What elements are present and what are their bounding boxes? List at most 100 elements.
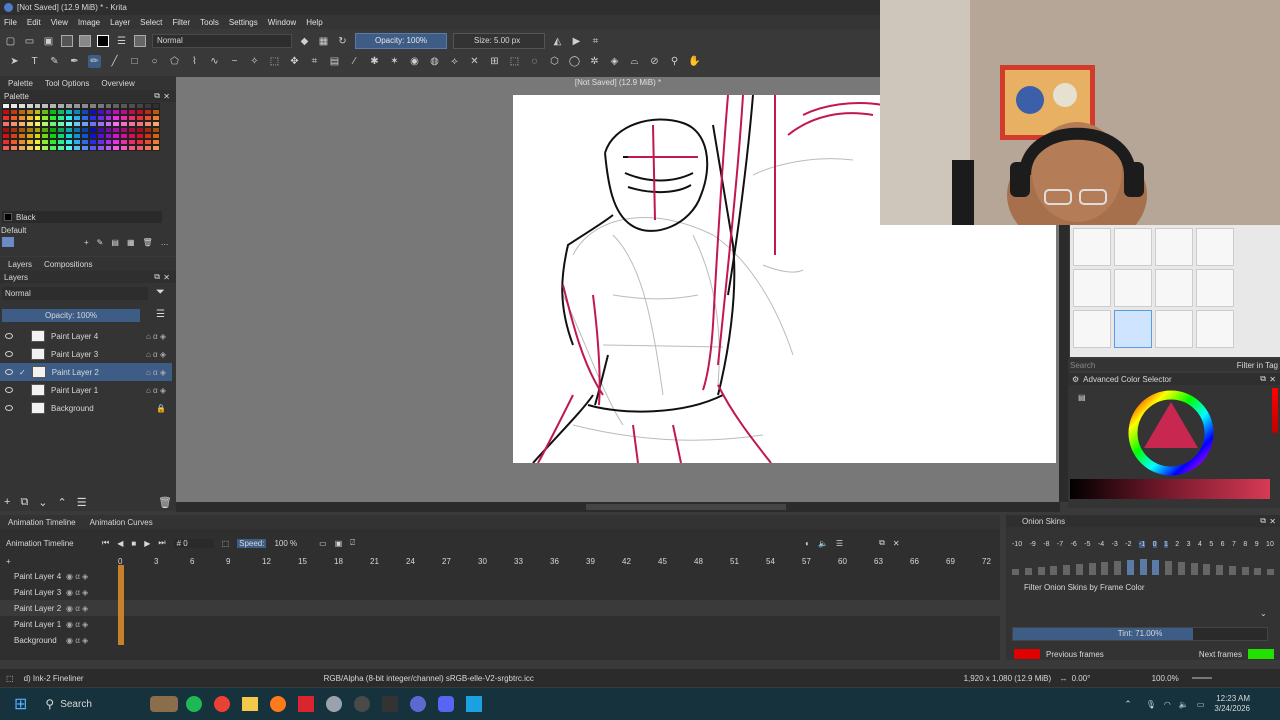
file-explorer-icon[interactable] (242, 697, 259, 711)
add-group-icon[interactable]: ▤ (111, 238, 119, 247)
filter-in-tag-checkbox[interactable]: Filter in Tag (1237, 361, 1278, 370)
keyframe-icon[interactable]: ⬚ (222, 539, 230, 548)
onion-frame-number[interactable]: 9 (1255, 541, 1259, 548)
onion-opacity-bar[interactable] (1050, 566, 1058, 575)
bezier-select-icon[interactable]: ⌓ (628, 55, 641, 68)
chrome-icon[interactable] (214, 696, 231, 712)
palette-swatch[interactable] (49, 145, 58, 151)
freehand-select-icon[interactable]: ◯ (568, 55, 581, 68)
mirror-horizontal-icon[interactable]: ◭ (551, 35, 564, 48)
onion-opacity-bar[interactable] (1228, 566, 1236, 575)
onion-frame-number[interactable]: -2 (1125, 541, 1131, 548)
play-icon[interactable]: ▶ (144, 539, 150, 548)
palette-chooser-icon[interactable] (2, 237, 14, 247)
palette-swatch[interactable] (104, 145, 113, 151)
float-icon[interactable]: ⧉ (154, 272, 160, 282)
add-swatch-icon[interactable]: + (84, 238, 89, 247)
onion-frame-number[interactable]: 4 (1198, 541, 1202, 548)
timeline-layer-row[interactable]: Background ◉ α ◈ (0, 632, 1000, 648)
menu-edit[interactable]: Edit (27, 18, 41, 27)
foreground-color-icon[interactable] (97, 35, 109, 47)
float-icon[interactable]: ⧉ (1260, 374, 1266, 384)
dynamic-brush-icon[interactable]: ✧ (248, 55, 261, 68)
color-wheel[interactable] (1126, 388, 1216, 478)
onion-opacity-bar[interactable] (1101, 562, 1109, 575)
onion-frame-number[interactable]: -3 (1112, 541, 1118, 548)
visibility-icon[interactable] (5, 369, 13, 375)
brush-preset-icon[interactable] (134, 35, 146, 47)
filter-onion-checkbox[interactable]: Filter Onion Skins by Frame Color (1024, 583, 1144, 592)
contiguous-select-icon[interactable]: ✲ (588, 55, 601, 68)
onion-frame-number[interactable]: 8 (1243, 541, 1247, 548)
wifi-icon[interactable]: ◠ (1164, 700, 1171, 709)
blend-mode-select[interactable]: Normal (152, 34, 292, 48)
audio-icon[interactable]: 🔈 (818, 539, 828, 548)
line-tool-icon[interactable]: ╱ (108, 55, 121, 68)
discord-icon[interactable] (438, 696, 455, 712)
move-tool-icon[interactable]: ✥ (288, 55, 301, 68)
tab-tool-options[interactable]: Tool Options (45, 79, 89, 88)
menu-filter[interactable]: Filter (172, 18, 190, 27)
brush-preset-tile[interactable] (1114, 269, 1152, 307)
taskbar-search-icon[interactable]: ⚲ (45, 697, 54, 711)
pattern-icon[interactable] (79, 35, 91, 47)
layer-menu-icon[interactable]: ☰ (156, 309, 165, 320)
onion-opacity-bar[interactable] (1165, 561, 1172, 575)
delete-layer-icon[interactable]: 🗑 (158, 496, 172, 509)
fill-tool-icon[interactable]: ◉ (408, 55, 421, 68)
timeline-layer-row[interactable]: Paint Layer 2 ◉ α ◈ (0, 600, 1000, 616)
reference-tool-icon[interactable]: ⊞ (488, 55, 501, 68)
palette-swatch[interactable] (57, 145, 66, 151)
freehand-path-icon[interactable]: ~ (228, 55, 241, 68)
onion-opacity-bar[interactable] (1088, 563, 1096, 575)
menu-file[interactable]: File (4, 18, 17, 27)
menu-help[interactable]: Help (306, 18, 322, 27)
onion-opacity-bar[interactable] (1190, 563, 1198, 575)
lock-icon[interactable]: ⌂ α ◈ (146, 332, 166, 341)
float-icon[interactable]: ⧉ (1260, 516, 1266, 526)
tab-compositions[interactable]: Compositions (44, 260, 92, 269)
delete-swatch-icon[interactable]: 🗑 (143, 238, 153, 247)
palette-swatch[interactable] (151, 145, 160, 151)
pen-app-icon[interactable] (466, 696, 483, 712)
last-frame-icon[interactable]: ⏭ (158, 538, 165, 548)
onion-opacity-bar[interactable] (1012, 569, 1019, 575)
palette-swatch[interactable] (2, 145, 10, 151)
frame-number-field[interactable]: # 0 (173, 538, 214, 548)
timeline-layer-icons[interactable]: ◉ α ◈ (66, 588, 88, 597)
more-icon[interactable]: … (161, 238, 169, 247)
previous-frames-color[interactable] (1014, 649, 1040, 659)
onion-opacity-bar[interactable] (1024, 568, 1032, 575)
brush-preset-tile[interactable] (1155, 310, 1193, 348)
first-frame-icon[interactable]: ⏮ (102, 538, 109, 548)
brush-preset-tile[interactable] (1073, 269, 1111, 307)
opacity-slider[interactable]: Opacity: 100% (355, 33, 447, 49)
transform-tool-icon[interactable]: ⬚ (268, 55, 281, 68)
layer-item[interactable]: Paint Layer 3 ⌂ α ◈ (0, 345, 172, 363)
onion-frame-number[interactable]: 7 (1232, 541, 1236, 548)
brush-preset-tile[interactable] (1196, 310, 1234, 348)
onion-frame-number[interactable]: -5 (1084, 541, 1090, 548)
close-icon[interactable]: ✕ (893, 539, 900, 548)
palette-swatch[interactable] (41, 145, 50, 151)
grid-icon[interactable]: ▦ (127, 238, 135, 247)
ellipse-tool-icon[interactable]: ○ (148, 55, 161, 68)
onion-opacity-bar[interactable] (1216, 565, 1223, 575)
taskbar-search[interactable]: Search (60, 699, 150, 710)
onion-opacity-bar[interactable] (1063, 565, 1070, 575)
menu-layer[interactable]: Layer (110, 18, 130, 27)
layers-frame-icon[interactable]: ▣ (335, 539, 343, 548)
onion-opacity-bar[interactable] (1203, 564, 1211, 575)
onion-frame-number[interactable]: -1 (1138, 540, 1146, 548)
battery-icon[interactable]: ▭ (1197, 700, 1205, 709)
brush-preset-tile[interactable] (1155, 228, 1193, 266)
onion-frame-number[interactable]: -6 (1071, 541, 1077, 548)
menu-image[interactable]: Image (78, 18, 100, 27)
tab-animation-timeline[interactable]: Animation Timeline (8, 518, 76, 527)
onion-frame-number[interactable]: -4 (1098, 541, 1104, 548)
float-icon[interactable]: ⧉ (879, 538, 885, 548)
size-slider[interactable]: Size: 5.00 px (453, 33, 545, 49)
steam-icon[interactable] (326, 696, 343, 712)
onion-frame-number[interactable]: -9 (1030, 541, 1036, 548)
palette-swatch[interactable] (33, 145, 42, 151)
